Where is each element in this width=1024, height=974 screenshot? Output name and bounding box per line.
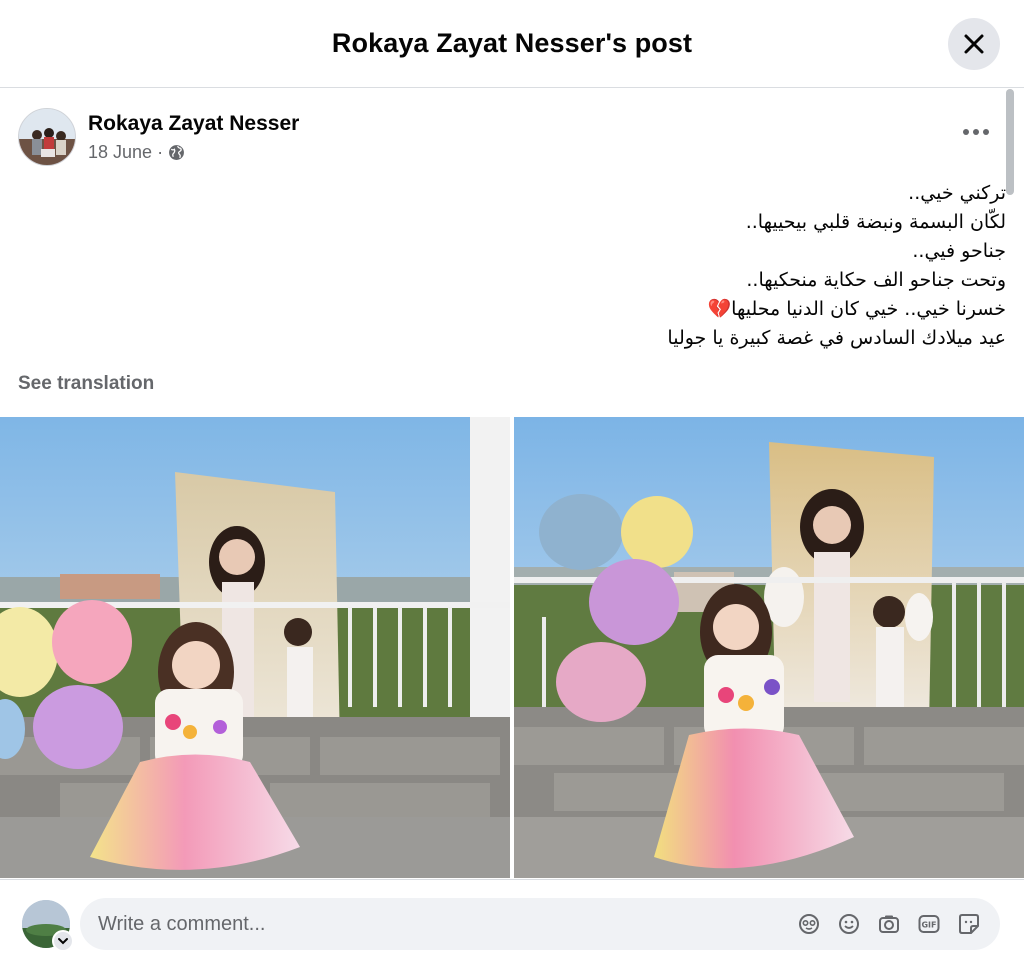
post-container[interactable]: Rokaya Zayat Nesser 18 June · تركني خيي.…: [0, 89, 1024, 879]
post-photo-2[interactable]: [514, 417, 1024, 878]
post-text: تركني خيي.. لكّان البسمة ونبضة قلبي بيحي…: [306, 179, 1006, 353]
comment-tools: GIF: [796, 911, 982, 937]
comment-bar: Write a comment... GIF: [0, 879, 1024, 974]
post-text-line: لكّان البسمة ونبضة قلبي بيحييها..: [745, 211, 1006, 233]
post-text-line: وتحت جناحو الف حكاية منحكيها..: [746, 269, 1006, 291]
sticker-icon[interactable]: [956, 911, 982, 937]
see-translation-link[interactable]: See translation: [18, 373, 154, 395]
account-switch-button[interactable]: [52, 930, 74, 952]
post-text-line: خسرنا خيي.. خيي كان الدنيا محليها💔: [707, 298, 1006, 320]
post-date[interactable]: 18 June: [88, 142, 152, 163]
comment-placeholder[interactable]: Write a comment...: [98, 913, 796, 936]
post-header: Rokaya Zayat Nesser 18 June ·: [18, 107, 299, 167]
post-meta: 18 June ·: [88, 142, 299, 163]
post-text-line: تركني خيي..: [908, 182, 1006, 204]
scrollbar[interactable]: [1006, 89, 1014, 195]
post-photo-1[interactable]: [0, 417, 510, 878]
globe-icon[interactable]: [168, 144, 185, 161]
comment-input[interactable]: Write a comment... GIF: [80, 898, 1000, 950]
svg-text:GIF: GIF: [921, 921, 936, 930]
meta-separator: ·: [157, 141, 164, 162]
emoji-icon[interactable]: [836, 911, 862, 937]
camera-icon[interactable]: [876, 911, 902, 937]
modal-header: Rokaya Zayat Nesser's post: [0, 0, 1024, 88]
close-button[interactable]: [948, 18, 1000, 70]
photo-grid: [0, 417, 1024, 878]
more-horizontal-icon: [963, 129, 989, 135]
chevron-down-icon: [58, 938, 68, 945]
more-options-button[interactable]: [956, 119, 996, 145]
author-name[interactable]: Rokaya Zayat Nesser: [88, 112, 299, 136]
post-text-line: جناحو فيي..: [912, 240, 1006, 262]
avatar-sticker-icon[interactable]: [796, 911, 822, 937]
author-avatar[interactable]: [18, 108, 76, 166]
close-icon: [964, 34, 984, 54]
gif-icon[interactable]: GIF: [916, 911, 942, 937]
post-text-line: عيد ميلادك السادس في غصة كبيرة يا جوليا: [667, 327, 1006, 349]
modal-title: Rokaya Zayat Nesser's post: [331, 28, 693, 58]
